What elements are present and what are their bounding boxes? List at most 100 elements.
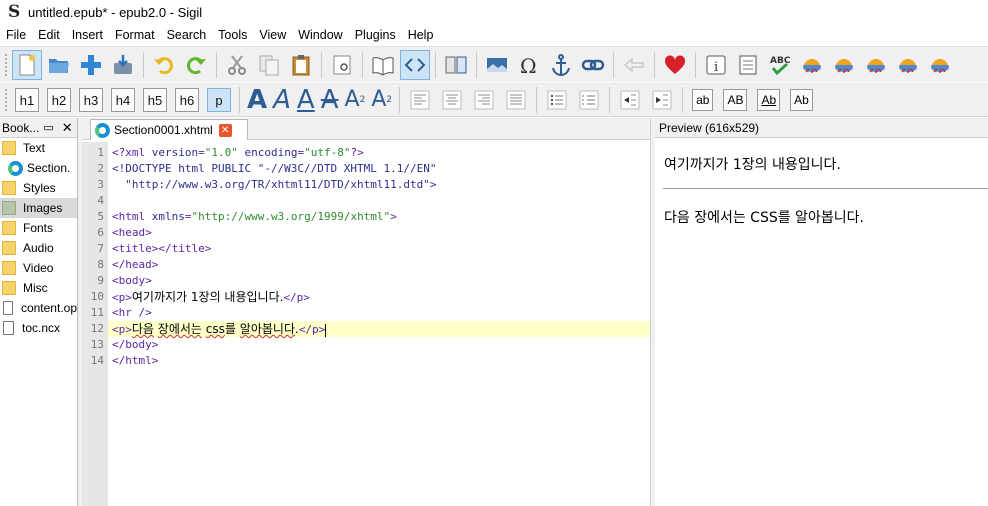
menu-insert[interactable]: Insert: [66, 25, 109, 46]
close-panel-icon[interactable]: ✕: [62, 120, 73, 136]
menu-help[interactable]: Help: [402, 25, 440, 46]
lowercase-button[interactable]: ab: [692, 89, 714, 111]
tree-item-audio[interactable]: Audio: [0, 238, 77, 258]
toc-icon[interactable]: [733, 50, 763, 80]
folder-icon: [2, 181, 16, 195]
menu-window[interactable]: Window: [292, 25, 348, 46]
code-view-icon[interactable]: [400, 49, 430, 80]
heading-h1-button[interactable]: h1: [15, 88, 39, 112]
tree-label: Video: [23, 261, 54, 275]
decrease-indent-icon[interactable]: [616, 86, 644, 114]
float-panel-icon[interactable]: ▭: [43, 121, 53, 134]
capitalize-button[interactable]: Ab: [757, 89, 781, 111]
copy-icon[interactable]: [254, 50, 284, 80]
metadata-info-icon[interactable]: i: [701, 50, 731, 80]
code-line: 7 <title></title>: [97, 241, 650, 257]
file-icon: [3, 301, 13, 315]
heading-h6-button[interactable]: h6: [175, 88, 199, 112]
folder-icon: [2, 141, 16, 155]
heading-h3-button[interactable]: h3: [79, 88, 103, 112]
folder-icon: [2, 201, 16, 215]
toolbar-grip[interactable]: [4, 88, 8, 112]
line-number: 11: [90, 306, 104, 319]
underline-button[interactable]: A: [297, 86, 315, 114]
format-toolbar: h1 h2 h3 h4 h5 h6 p A A A A A2 A2 ab AB …: [0, 83, 988, 117]
toolbar-grip[interactable]: [4, 52, 8, 77]
new-file-icon[interactable]: [12, 49, 42, 80]
close-tab-icon[interactable]: ✕: [218, 123, 232, 137]
book-browser-title: Book...: [2, 120, 40, 135]
toolbar-separator: [476, 51, 477, 78]
tree-item-text[interactable]: Text: [0, 138, 77, 158]
spellcheck-icon[interactable]: ABC: [765, 50, 795, 80]
line-number: 7: [97, 242, 104, 255]
tree-item-section[interactable]: Section.: [0, 158, 77, 178]
tree-item-content-opf[interactable]: content.op: [0, 298, 77, 318]
add-existing-icon[interactable]: [76, 50, 106, 80]
tree-item-video[interactable]: Video: [0, 258, 77, 278]
tree-item-images[interactable]: Images: [0, 198, 77, 218]
insert-link-icon[interactable]: [578, 50, 608, 80]
heart-icon[interactable]: [660, 50, 690, 80]
superscript-button[interactable]: A2: [371, 86, 392, 114]
bullet-list-icon[interactable]: [543, 86, 571, 114]
folder-icon: [2, 261, 16, 275]
sigil-logo-icon: S: [8, 2, 21, 22]
menu-file[interactable]: File: [0, 25, 32, 46]
tree-item-toc-ncx[interactable]: toc.ncx: [0, 318, 77, 338]
heading-h4-button[interactable]: h4: [111, 88, 135, 112]
plugin-3-icon[interactable]: [861, 50, 891, 80]
plugin-4-icon[interactable]: [893, 50, 923, 80]
code-text[interactable]: 1 <?xml version="1.0" encoding="utf-8"?> …: [91, 145, 650, 369]
menu-edit[interactable]: Edit: [32, 25, 66, 46]
subscript-mark: 2: [359, 95, 366, 105]
insert-anchor-icon[interactable]: [546, 50, 576, 80]
uppercase-button[interactable]: AB: [723, 89, 748, 111]
code-line-current: 12 <p>다음 장에서는 css를 알아봅니다.</p>: [91, 321, 650, 337]
line-number: 12: [90, 322, 104, 335]
paste-icon[interactable]: [286, 50, 316, 80]
plugin-5-icon[interactable]: [925, 50, 955, 80]
cut-icon[interactable]: [222, 50, 252, 80]
redo-icon[interactable]: [181, 50, 211, 80]
editor-tab-bar: Section0001.xhtml ✕: [82, 118, 650, 140]
align-justify-icon[interactable]: [502, 86, 530, 114]
back-arrow-icon[interactable]: [619, 50, 649, 80]
open-folder-icon[interactable]: [44, 50, 74, 80]
align-center-icon[interactable]: [438, 86, 466, 114]
increase-indent-icon[interactable]: [648, 86, 676, 114]
bold-button[interactable]: A: [247, 86, 267, 114]
plugin-2-icon[interactable]: [829, 50, 859, 80]
tree-item-styles[interactable]: Styles: [0, 178, 77, 198]
insert-image-icon[interactable]: [482, 50, 512, 80]
print-preview-icon[interactable]: [327, 50, 357, 80]
menu-plugins[interactable]: Plugins: [349, 25, 402, 46]
menu-search[interactable]: Search: [161, 25, 213, 46]
undo-icon[interactable]: [149, 50, 179, 80]
menu-view[interactable]: View: [253, 25, 292, 46]
tree-label: toc.ncx: [22, 321, 61, 335]
heading-h2-button[interactable]: h2: [47, 88, 71, 112]
insert-special-char-icon[interactable]: Ω: [514, 50, 544, 80]
tree-label: Audio: [23, 241, 54, 255]
tree-item-misc[interactable]: Misc: [0, 278, 77, 298]
menu-format[interactable]: Format: [109, 25, 161, 46]
plugin-1-icon[interactable]: [797, 50, 827, 80]
tree-item-fonts[interactable]: Fonts: [0, 218, 77, 238]
heading-h5-button[interactable]: h5: [143, 88, 167, 112]
align-left-icon[interactable]: [406, 86, 434, 114]
menu-tools[interactable]: Tools: [212, 25, 253, 46]
tab-section0001[interactable]: Section0001.xhtml ✕: [90, 119, 248, 140]
numbered-list-icon[interactable]: [575, 86, 603, 114]
preview-header: Preview (616x529): [655, 118, 988, 138]
book-view-icon[interactable]: [368, 50, 398, 80]
paragraph-button[interactable]: p: [207, 88, 231, 112]
split-view-icon[interactable]: [441, 50, 471, 80]
save-icon[interactable]: [108, 50, 138, 80]
italic-button[interactable]: A: [273, 86, 291, 114]
strikethrough-button[interactable]: A: [321, 86, 339, 114]
align-right-icon[interactable]: [470, 86, 498, 114]
subscript-button[interactable]: A2: [345, 86, 366, 114]
titlecase-button[interactable]: Ab: [790, 89, 813, 111]
toolbar-separator: [435, 51, 436, 78]
